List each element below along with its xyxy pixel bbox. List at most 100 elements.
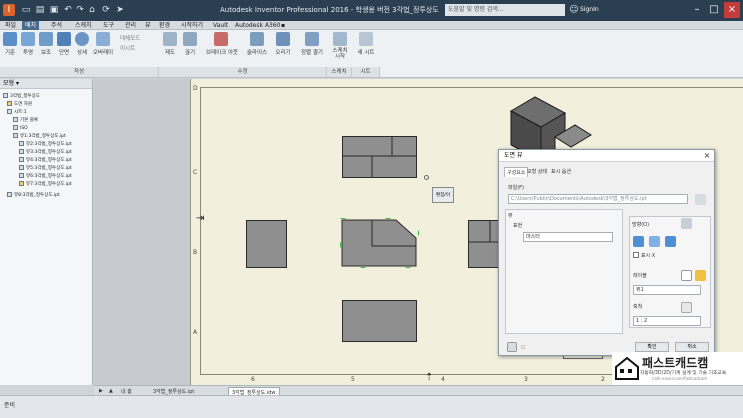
tab-place[interactable]: 배치 [22,21,40,30]
overlay-label: 오버레이 [92,50,114,56]
tab-manage[interactable]: 관리 [122,21,139,30]
help-search-input[interactable]: 도움말 및 명령 검색... [445,4,565,16]
draft-icon [163,32,177,46]
tab-display-options[interactable]: 표시 옵션 [549,167,573,176]
tree-item-view[interactable]: 뷰2:3각법_정투상도.ipt [19,141,72,148]
tree-item-view[interactable]: 뷰1:3각법_정투상도.ipt [13,133,66,140]
app-logo-icon[interactable]: I [3,4,15,16]
tab-scroll-up[interactable]: ▲ [106,387,116,395]
visible-checkbox[interactable] [633,252,639,258]
house-logo-icon [615,356,639,380]
tree-item-view[interactable]: 뷰6:3각법_정투상도.ipt [19,173,72,180]
view-icon [19,173,24,178]
tab-view[interactable]: 뷰 [142,21,154,30]
scale-lock-icon[interactable] [681,302,692,313]
base-view-button[interactable]: 기준 [2,32,18,56]
browse-folder-icon[interactable] [695,194,706,205]
representation-select[interactable]: 마스터 [523,232,613,242]
home-icon[interactable]: ⌂ [86,4,98,16]
break-icon [183,32,197,46]
tree-item-block[interactable]: 기본 블록 [13,117,38,124]
ok-button[interactable]: 확인 [635,342,669,352]
row-letter: D [193,85,198,92]
tree-item-view[interactable]: 뷰3:3각법_정투상도.ipt [19,149,72,156]
open-icon[interactable]: ▤ [34,4,46,16]
update-icon[interactable]: ⟳ [100,4,112,16]
bottom-view[interactable] [342,300,418,343]
crop-button[interactable]: 오리기 [272,32,294,56]
tab-tools[interactable]: 도구 [100,21,117,30]
cancel-button[interactable]: 취소 [675,342,709,352]
slice-label: 슬라이스 [246,50,268,56]
tree-item-sheet[interactable]: 시트:1 [7,109,27,116]
section-view-label: 단면 [58,50,70,56]
label-input[interactable]: 뷰1 [633,285,701,295]
alternate-mode-button[interactable]: 대체모드 [120,34,140,42]
minimize-button[interactable]: – [689,2,705,18]
undo-icon[interactable]: ↶ [62,4,74,16]
file-path-field[interactable]: C:\Users\Public\Documents\Autodesk\3각법_정… [508,194,688,204]
dialog-title: 도면 뷰 [499,150,714,162]
select-icon[interactable]: ➤ [114,4,126,16]
sign-in-link[interactable]: SignIn [580,6,599,13]
new-sheet-button[interactable]: 새 시트 [356,32,376,56]
visibility-toggle-icon[interactable] [681,270,692,281]
group-sheets: 시트 [352,67,380,77]
tab-sketch[interactable]: 스케치 [72,21,95,30]
tab-scroll-left[interactable]: ▶ [96,387,106,395]
status-text: 준비 [4,402,16,409]
tab-a360[interactable]: Autodesk A360 [232,21,284,30]
horizontal-align-button[interactable]: 정렬 결기 [300,32,324,56]
break-out-button[interactable]: 브레이크 아웃 [206,32,238,56]
redo-icon[interactable]: ↷ [74,4,86,16]
tab-extra[interactable]: ▪ [278,21,288,30]
base-view-label: 기준 [4,50,16,56]
auxiliary-view-button[interactable]: 보조 [38,32,54,56]
right-side-view[interactable] [468,220,500,269]
slice-button[interactable]: 슬라이스 [246,32,268,56]
break-label: 끊기 [184,50,196,56]
style-hidden-icon[interactable] [633,236,644,247]
other-sheet-button[interactable]: 이시트 [120,44,135,52]
tree-item-iso[interactable]: ISO [13,125,28,132]
dialog-close-icon[interactable]: × [702,151,712,161]
maximize-button[interactable]: □ [706,2,722,18]
tab-model-state[interactable]: 모형 상태 [525,167,549,176]
tree-item-view[interactable]: 뷰8:3각법_정투상도.ipt [7,192,60,199]
orient-icon[interactable] [681,218,692,229]
section-view-button[interactable]: 단면 [56,32,72,56]
style-shaded-icon[interactable] [665,236,676,247]
break-button[interactable]: 끊기 [182,32,198,56]
browser-header[interactable]: 모형 ▾ [0,79,92,89]
close-button[interactable]: × [724,2,740,18]
tree-item-view[interactable]: 뷰5:3각법_정투상도.ipt [19,165,72,172]
left-side-view[interactable] [246,220,288,269]
start-sketch-button[interactable]: 스케치 시작 [332,32,348,60]
top-view[interactable] [342,136,418,179]
tree-item-view[interactable]: 뷰7:3각법_정투상도.ipt [19,181,72,188]
tab-vault[interactable]: Vault [210,21,231,30]
overlay-button[interactable]: 오버레이 [92,32,114,56]
draft-button[interactable]: 제도 [162,32,178,56]
front-view[interactable] [340,218,420,270]
scale-select[interactable]: 1 : 2 [633,316,701,326]
help-icon[interactable] [507,342,517,352]
tree-item-root[interactable]: 3각법_정투상도 [3,93,40,100]
grip-handle[interactable] [424,175,429,180]
tab-getting-started[interactable]: 시작하기 [178,21,206,30]
save-icon[interactable]: ▣ [48,4,60,16]
tree-item-view[interactable]: 뷰4:3각법_정투상도.ipt [19,157,72,164]
detail-view-button[interactable]: 상세 [74,32,90,56]
tab-environment[interactable]: 환경 [156,21,173,30]
detail-view-icon [75,32,89,46]
new-icon[interactable]: ▭ [20,4,32,16]
tab-annotate[interactable]: 주석 [48,21,65,30]
tree-item-resources[interactable]: 도면 자원 [7,101,32,108]
style-hidden-removed-icon[interactable] [649,236,660,247]
edit-view-button[interactable]: 편집/이 [432,187,454,203]
edit-label-icon[interactable] [695,270,706,281]
view-icon [19,181,24,186]
user-icon[interactable]: ☺ [568,4,580,16]
tab-file[interactable]: 파일 [2,21,19,30]
projected-view-button[interactable]: 투영 [20,32,36,56]
